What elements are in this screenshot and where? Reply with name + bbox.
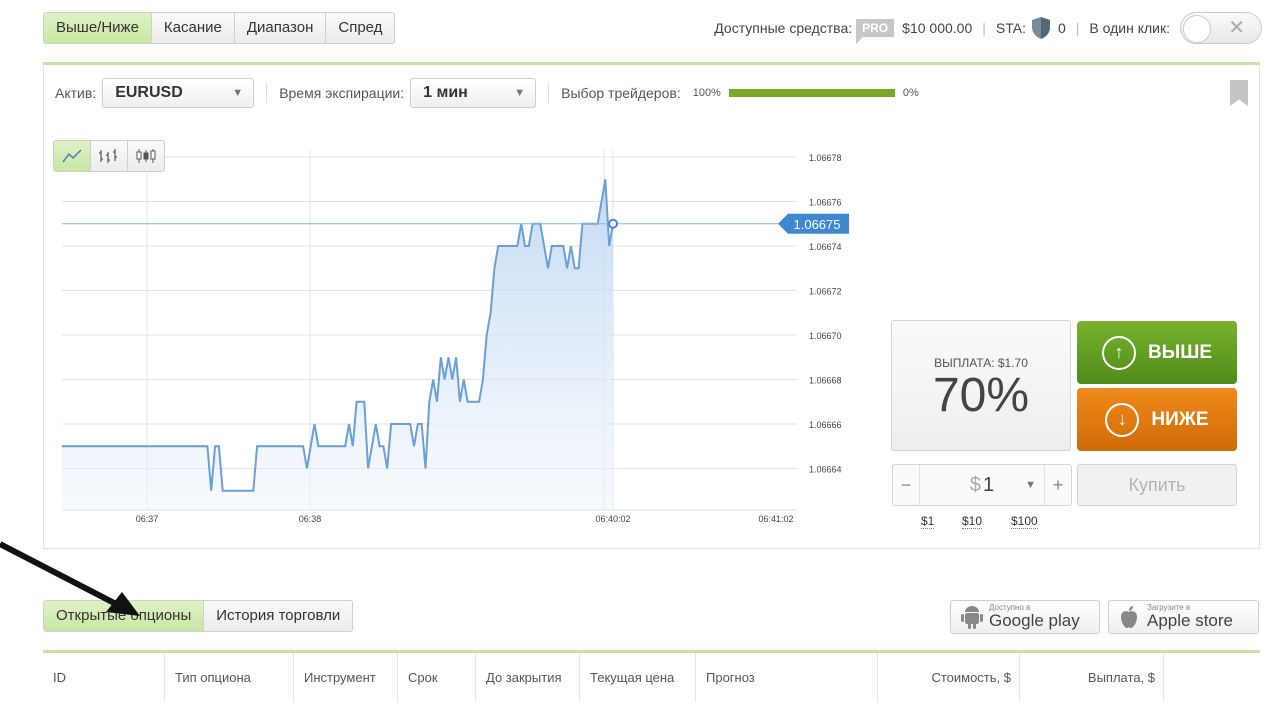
- y-tick-label: 1.06670: [809, 331, 842, 341]
- arrow-up-icon: ↑: [1101, 335, 1136, 370]
- apple-store-label: Apple store: [1147, 611, 1233, 630]
- lower-button[interactable]: ↓ НИЖЕ: [1077, 388, 1237, 451]
- apple-store-button[interactable]: Загрузите в Apple store: [1108, 600, 1259, 634]
- arrow-down-icon: ↓: [1105, 402, 1140, 437]
- higher-button[interactable]: ↑ ВЫШЕ: [1077, 321, 1237, 384]
- tab-trade-history[interactable]: История торговли: [204, 601, 353, 631]
- google-play-button[interactable]: Доступно в Google play: [950, 600, 1100, 634]
- column-header-term[interactable]: Срок: [398, 653, 476, 702]
- higher-label: ВЫШЕ: [1147, 341, 1213, 363]
- y-tick-label: 1.06674: [809, 242, 842, 252]
- column-header-current-price[interactable]: Текущая цена: [580, 653, 696, 702]
- current-price-marker: [608, 218, 618, 229]
- amount-field[interactable]: $ 1 ▼: [919, 465, 1045, 505]
- options-table-header: ID Тип опциона Инструмент Срок До закрыт…: [43, 650, 1260, 702]
- apple-icon: [1121, 606, 1137, 628]
- minus-button[interactable]: −: [893, 465, 919, 505]
- annotation-arrow: [0, 541, 140, 616]
- plus-button[interactable]: +: [1045, 465, 1071, 505]
- x-tick-label: 06:41:02: [758, 514, 793, 524]
- y-tick-label: 1.06664: [809, 465, 842, 475]
- column-header-instrument[interactable]: Инструмент: [294, 653, 398, 702]
- x-tick-label: 06:37: [136, 514, 159, 524]
- payout-box: ВЫПЛАТА: $1.70 70%: [891, 320, 1071, 451]
- column-header-payout[interactable]: Выплата, $: [1020, 653, 1164, 702]
- price-area: [62, 179, 613, 511]
- x-tick-label: 06:40:02: [595, 514, 630, 524]
- dropdown-arrow-icon[interactable]: ▼: [1025, 479, 1036, 491]
- y-tick-label: 1.06668: [809, 376, 842, 386]
- bar-chart-icon[interactable]: [91, 141, 128, 171]
- quick-amount-1[interactable]: $1: [921, 514, 935, 529]
- line-chart-icon[interactable]: [54, 141, 91, 171]
- investment-amount: − $ 1 ▼ +: [892, 464, 1072, 506]
- lower-label: НИЖЕ: [1151, 408, 1209, 430]
- y-tick-label: 1.06666: [809, 420, 842, 430]
- column-header-id[interactable]: ID: [43, 653, 165, 702]
- google-play-label: Google play: [989, 611, 1080, 630]
- quick-amount-100[interactable]: $100: [1011, 514, 1038, 529]
- currency-symbol: $: [969, 473, 981, 496]
- column-header-option-type[interactable]: Тип опциона: [165, 653, 294, 702]
- column-header-forecast[interactable]: Прогноз: [696, 653, 878, 702]
- y-tick-label: 1.06676: [809, 198, 842, 208]
- amount-value: 1: [983, 473, 995, 496]
- y-tick-label: 1.06672: [809, 287, 842, 297]
- chart-type-switcher: [53, 140, 165, 172]
- android-icon: [961, 606, 983, 629]
- column-header-time-left[interactable]: До закрытия: [476, 653, 580, 702]
- buy-button[interactable]: Купить: [1077, 464, 1237, 506]
- x-tick-label: 06:38: [299, 514, 322, 524]
- y-tick-label: 1.06678: [809, 153, 842, 163]
- payout-percent: 70%: [932, 369, 1030, 422]
- column-header-cost[interactable]: Стоимость, $: [878, 653, 1020, 702]
- current-price-label: 1.06675: [794, 217, 841, 232]
- quick-amount-10[interactable]: $10: [962, 514, 983, 529]
- candlestick-chart-icon[interactable]: [128, 141, 164, 171]
